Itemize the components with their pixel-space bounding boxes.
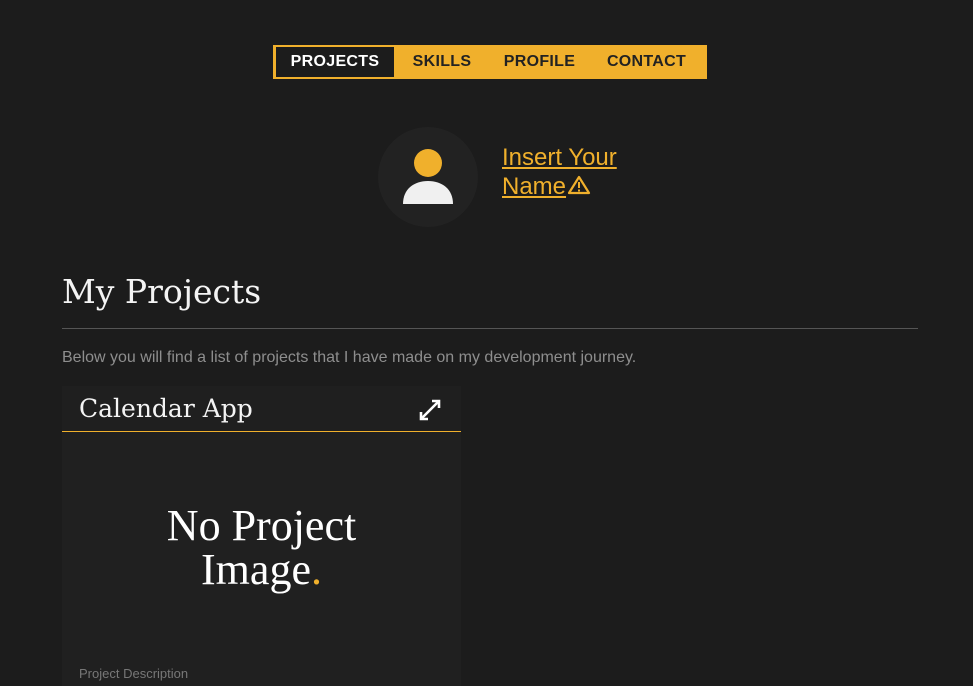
name-line2: Name [502,173,567,200]
section-intro: Below you will find a list of projects t… [62,349,637,366]
section-title: My Projects [62,272,262,311]
placeholder-line1: No Project [166,501,357,550]
card-title: Calendar App [79,394,253,423]
main-nav: PROJECTS SKILLS PROFILE CONTACT [273,45,707,79]
expand-icon[interactable] [419,399,441,426]
placeholder-dot: . [310,545,322,594]
placeholder-line2: Image [201,545,311,594]
section-divider [62,328,918,329]
project-card: Calendar App No Project Image. Project D… [62,386,461,686]
nav-projects[interactable]: PROJECTS [276,47,394,77]
nav-profile[interactable]: PROFILE [490,47,589,77]
project-image-placeholder: No Project Image. [62,504,461,592]
nav-contact[interactable]: CONTACT [589,47,704,77]
user-icon [403,149,453,204]
warning-icon [567,173,591,202]
card-header: Calendar App [62,386,461,432]
name-line1: Insert Your [502,144,617,171]
nav-skills[interactable]: SKILLS [394,47,490,77]
name-link[interactable]: Insert Your Name [502,143,672,202]
avatar [378,127,478,227]
